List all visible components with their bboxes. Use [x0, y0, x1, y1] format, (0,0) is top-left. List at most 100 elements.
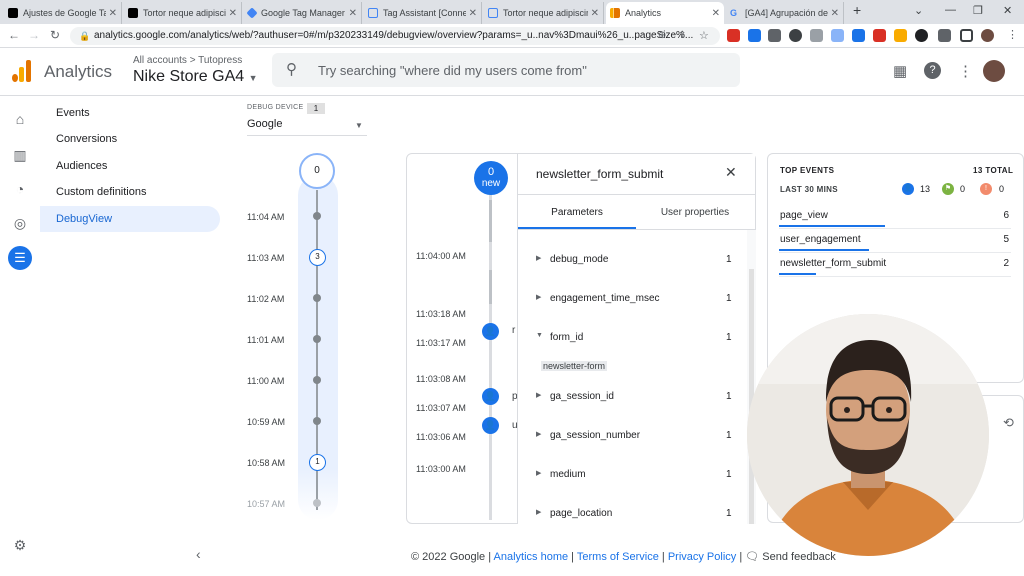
minute-dot[interactable]: [313, 417, 321, 425]
account-breadcrumb[interactable]: All accounts > Tutopress: [133, 55, 242, 66]
minute-label: 11:02 AM: [247, 294, 285, 304]
extension-icon[interactable]: [831, 29, 844, 42]
extension-icon[interactable]: [873, 29, 886, 42]
search-input[interactable]: Try searching "where did my users come f…: [318, 63, 587, 78]
advertising-icon[interactable]: ◎: [11, 214, 29, 232]
close-tab-icon[interactable]: ✕: [591, 8, 599, 19]
minute-dot[interactable]: [313, 212, 321, 220]
event-name-fragment[interactable]: r: [512, 325, 515, 336]
chevron-down-icon[interactable]: ▼: [355, 121, 363, 130]
explore-icon[interactable]: ◔: [11, 180, 29, 198]
extension-icon[interactable]: [915, 29, 928, 42]
user-event-icon[interactable]: 👤: [482, 388, 499, 405]
menu-item-custom-definitions[interactable]: Custom definitions: [40, 179, 220, 205]
close-tab-icon[interactable]: ✕: [349, 8, 357, 19]
param-row[interactable]: ▶ engagement_time_msec 1: [518, 291, 748, 311]
browser-tab[interactable]: Tortor neque adipiscin ✕: [124, 2, 242, 24]
tab-user-properties[interactable]: User properties: [636, 207, 754, 218]
property-selector[interactable]: Nike Store GA4 ▼: [133, 68, 258, 86]
close-tab-icon[interactable]: ✕: [109, 8, 117, 19]
top-event-row[interactable]: user_engagement 5: [779, 229, 1011, 253]
extension-icon[interactable]: [768, 29, 781, 42]
browser-tab-active[interactable]: Analytics ✕: [606, 2, 724, 24]
top-event-row[interactable]: page_view 6: [779, 205, 1011, 229]
zoom-icon[interactable]: ⊕: [658, 30, 666, 41]
browser-menu-icon[interactable]: ⋮: [1007, 28, 1018, 41]
param-row[interactable]: ▶ medium 1: [518, 467, 748, 487]
param-row[interactable]: ▶ ga_session_number 1: [518, 428, 748, 448]
profile-avatar-icon[interactable]: [981, 29, 994, 42]
search-bar[interactable]: ⚲ Try searching "where did my users come…: [272, 53, 740, 87]
extension-icon[interactable]: [748, 29, 761, 42]
extension-gear-icon[interactable]: [789, 29, 802, 42]
browser-tab[interactable]: Tag Assistant [Connec ✕: [364, 2, 482, 24]
minutes-current-count[interactable]: 0: [299, 153, 335, 189]
more-vert-icon[interactable]: ⋮: [958, 62, 973, 80]
extensions-puzzle-icon[interactable]: [938, 29, 951, 42]
menu-item-events[interactable]: Events: [40, 100, 220, 126]
menu-item-audiences[interactable]: Audiences: [40, 153, 220, 179]
minute-dot[interactable]: [313, 376, 321, 384]
menu-item-conversions[interactable]: Conversions: [40, 126, 220, 152]
debug-device-select[interactable]: Google: [247, 118, 367, 136]
minute-count-bubble[interactable]: 1: [309, 454, 326, 471]
top-event-row[interactable]: newsletter_form_submit 2: [779, 253, 1011, 277]
tab-search-icon[interactable]: ⌄: [914, 4, 923, 17]
restore-icon[interactable]: ❐: [973, 4, 983, 17]
close-tab-icon[interactable]: ✕: [469, 8, 477, 19]
forward-icon[interactable]: →: [28, 28, 40, 42]
collapse-menu-icon[interactable]: ‹: [196, 546, 201, 562]
param-row-expanded[interactable]: ▼ form_id 1: [518, 330, 748, 350]
extension-icon[interactable]: [810, 29, 823, 42]
minute-count-bubble[interactable]: 3: [309, 249, 326, 266]
param-row[interactable]: ▶ ga_session_id 1: [518, 389, 748, 409]
send-feedback-link[interactable]: Send feedback: [762, 551, 835, 563]
close-tab-icon[interactable]: ✕: [712, 8, 720, 19]
url-field[interactable]: 🔒 analytics.google.com/analytics/web/?aut…: [70, 27, 720, 45]
bookmark-star-icon[interactable]: ☆: [699, 29, 709, 42]
extension-gmail-icon[interactable]: [727, 29, 740, 42]
admin-gear-icon[interactable]: ⚙: [11, 536, 29, 554]
close-icon[interactable]: ✕: [725, 164, 737, 181]
configure-icon[interactable]: ☰: [8, 246, 32, 270]
user-event-icon[interactable]: 👤: [482, 323, 499, 340]
gtm-favicon-icon: [246, 7, 258, 19]
new-tab-icon[interactable]: +: [853, 2, 861, 18]
terms-link[interactable]: Terms of Service: [577, 551, 659, 563]
analytics-home-link[interactable]: Analytics home: [494, 551, 569, 563]
minute-dot[interactable]: [313, 294, 321, 302]
close-window-icon[interactable]: ✕: [1003, 4, 1012, 17]
home-icon[interactable]: ⌂: [11, 110, 29, 128]
minute-dot[interactable]: [313, 499, 321, 507]
divider: [518, 194, 756, 195]
close-tab-icon[interactable]: ✕: [831, 8, 839, 19]
side-panel-icon[interactable]: [960, 29, 973, 42]
param-row[interactable]: ▶ debug_mode 1: [518, 252, 748, 272]
menu-item-debugview[interactable]: DebugView: [40, 206, 220, 232]
help-icon[interactable]: ?: [924, 62, 941, 79]
avatar[interactable]: [983, 60, 1005, 82]
tab-parameters[interactable]: Parameters: [518, 207, 636, 218]
browser-tab[interactable]: Google Tag Manager ✕: [244, 2, 362, 24]
param-row[interactable]: ▶ page_location 1: [518, 506, 748, 526]
new-events-badge[interactable]: 0 new: [474, 161, 508, 195]
extension-icon[interactable]: [852, 29, 865, 42]
browser-tab[interactable]: Ajustes de Google Tag ✕: [4, 2, 122, 24]
user-event-icon[interactable]: 👤: [482, 417, 499, 434]
share-icon[interactable]: ⇪: [678, 30, 686, 41]
reload-icon[interactable]: ↻: [50, 28, 60, 42]
minute-label: 10:58 AM: [247, 458, 286, 468]
browser-tab[interactable]: G [GA4] Agrupación de ✕: [726, 2, 844, 24]
minimize-icon[interactable]: —: [945, 4, 956, 16]
close-tab-icon[interactable]: ✕: [229, 8, 237, 19]
browser-tab[interactable]: Tortor neque adipiscin ✕: [484, 2, 604, 24]
expand-arrow-icon: ▶: [536, 431, 542, 438]
apps-grid-icon[interactable]: ▦: [893, 62, 907, 80]
extension-icon[interactable]: [894, 29, 907, 42]
back-icon[interactable]: ←: [8, 28, 20, 42]
tab-indicator: [518, 227, 636, 229]
reports-icon[interactable]: ▥: [11, 146, 29, 164]
history-icon[interactable]: ⟲: [1003, 415, 1014, 431]
privacy-link[interactable]: Privacy Policy: [668, 551, 736, 563]
minute-dot[interactable]: [313, 335, 321, 343]
